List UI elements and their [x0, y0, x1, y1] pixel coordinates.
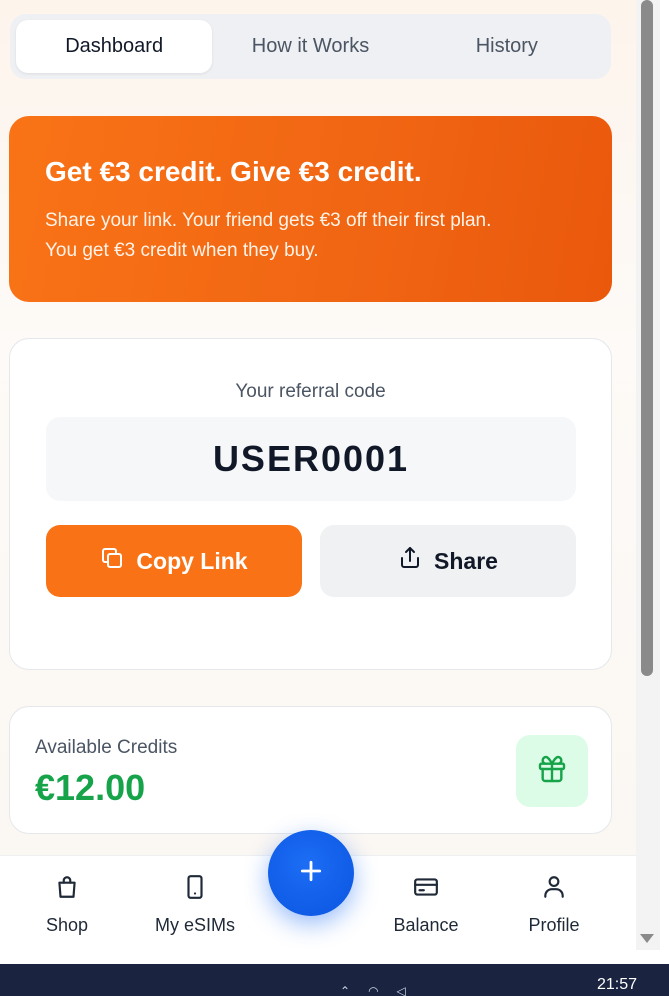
os-taskbar: ⌃ ◠ ◁ 21:57 — [0, 964, 669, 996]
promo-title: Get €3 credit. Give €3 credit. — [45, 156, 422, 187]
tray-network-icon[interactable]: ◠ — [368, 984, 378, 996]
credits-label: Available Credits — [35, 737, 178, 758]
shopping-bag-icon — [54, 874, 80, 905]
credits-card: Available Credits €12.00 — [9, 706, 612, 834]
copy-icon — [100, 546, 124, 576]
tray-volume-icon[interactable]: ◁ — [397, 984, 406, 996]
scrollbar-thumb[interactable] — [641, 0, 653, 676]
nav-balance[interactable]: Balance — [366, 874, 486, 936]
share-icon — [398, 546, 422, 576]
scroll-down-arrow[interactable] — [640, 934, 654, 943]
credit-card-icon — [412, 874, 440, 905]
copy-link-label: Copy Link — [136, 547, 248, 574]
promo-line-2: You get €3 credit when they buy. — [45, 240, 319, 261]
nav-my-esims-label: My eSIMs — [154, 915, 235, 935]
tab-how-it-works[interactable]: How it Works — [212, 20, 408, 73]
vertical-scrollbar[interactable] — [636, 0, 660, 950]
share-button[interactable]: Share — [320, 525, 576, 597]
window-bottom-edge — [0, 950, 669, 964]
phone-icon — [182, 874, 208, 905]
nav-profile-label: Profile — [528, 915, 580, 935]
referral-code: USER0001 — [46, 417, 576, 501]
tray-chevron-icon[interactable]: ⌃ — [340, 984, 350, 996]
app-viewport: Dashboard How it Works History Get €3 cr… — [0, 0, 636, 855]
system-tray: ⌃ ◠ ◁ — [340, 984, 406, 996]
add-fab-button[interactable] — [268, 830, 354, 916]
tab-dashboard[interactable]: Dashboard — [16, 20, 213, 73]
gift-icon — [536, 753, 568, 790]
referral-card: Your referral code USER0001 Copy Link Sh… — [9, 338, 612, 670]
nav-balance-label: Balance — [393, 915, 459, 935]
taskbar-clock[interactable]: 21:57 — [597, 976, 637, 994]
plus-icon — [298, 858, 324, 889]
promo-banner: Get €3 credit. Give €3 credit. Share you… — [9, 116, 612, 302]
nav-shop[interactable]: Shop — [7, 874, 127, 936]
nav-profile[interactable]: Profile — [494, 874, 614, 936]
user-icon — [541, 874, 567, 905]
tab-bar: Dashboard How it Works History — [10, 14, 611, 79]
window-edge — [660, 0, 669, 950]
credits-value: €12.00 — [35, 767, 146, 808]
promo-line-1: Share your link. Your friend gets €3 off… — [45, 210, 492, 231]
share-label: Share — [434, 547, 498, 574]
nav-my-esims[interactable]: My eSIMs — [135, 874, 255, 936]
gift-badge — [516, 735, 588, 807]
nav-shop-label: Shop — [45, 915, 89, 935]
copy-link-button[interactable]: Copy Link — [46, 525, 302, 597]
referral-label: Your referral code — [235, 381, 386, 402]
tab-history[interactable]: History — [409, 20, 605, 73]
